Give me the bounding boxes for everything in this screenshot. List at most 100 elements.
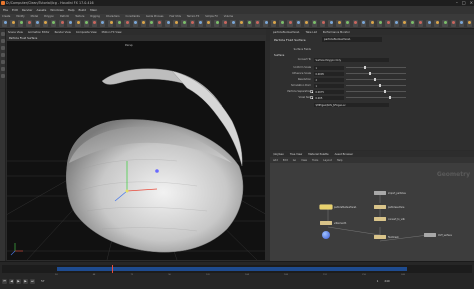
param-value-field[interactable]: 1: [314, 83, 344, 88]
shelf-tool-icon[interactable]: [59, 20, 65, 27]
menu-item-windows[interactable]: Windows: [50, 8, 63, 12]
network-menu-item[interactable]: Help: [337, 159, 343, 162]
shelf-tool-icon[interactable]: [116, 20, 122, 27]
shelf-tab[interactable]: Polygon: [44, 15, 54, 18]
shelf-tool-icon[interactable]: [336, 20, 342, 27]
viewport-tab[interactable]: Composite View: [76, 31, 97, 34]
shelf-tool-icon[interactable]: [311, 20, 318, 27]
jump-start-icon[interactable]: ⏮: [2, 278, 7, 284]
shelf-tool-icon[interactable]: [18, 20, 24, 27]
shelf-tool-icon[interactable]: [344, 20, 350, 27]
viewport-tab[interactable]: Animation Editor: [28, 31, 50, 34]
shelf-tab[interactable]: Create: [2, 15, 10, 18]
view-tool-icon[interactable]: [1, 67, 5, 71]
menu-item-build[interactable]: Build: [79, 8, 87, 12]
parameter-tab[interactable]: Take List: [306, 31, 317, 34]
param-slider-knob[interactable]: [364, 66, 366, 69]
network-menu-item[interactable]: Go: [293, 159, 296, 162]
network-tab[interactable]: Asset Browser: [335, 153, 353, 156]
shelf-tool-icon[interactable]: [246, 20, 252, 27]
shelf-tool-icon[interactable]: [263, 20, 269, 27]
shelf-tool-icon[interactable]: [409, 20, 415, 27]
shelf-tab[interactable]: Guide Process: [146, 15, 164, 18]
move-tool-icon[interactable]: [1, 39, 5, 43]
shelf-tool-icon[interactable]: [417, 20, 424, 27]
shelf-tool-icon[interactable]: [295, 20, 301, 27]
file-path-field[interactable]: $HIP/geo/$OS_$F.bgeo.sc: [314, 102, 389, 107]
shelf-tool-icon[interactable]: [214, 20, 220, 27]
param-slider-knob[interactable]: [389, 96, 391, 99]
shelf-tool-icon[interactable]: [189, 20, 195, 27]
network-node[interactable]: [374, 205, 386, 209]
shelf-tab[interactable]: Model: [31, 15, 39, 18]
shelf-tool-icon[interactable]: [34, 20, 40, 27]
node-name-field[interactable]: particlefluidsurface1: [322, 37, 382, 42]
menu-item-file[interactable]: File: [3, 8, 8, 12]
current-frame-field[interactable]: 57: [41, 279, 45, 283]
network-node[interactable]: [374, 191, 386, 195]
shelf-tool-icon[interactable]: [222, 20, 228, 27]
shelf-tool-icon[interactable]: [140, 20, 146, 27]
viewport-tab[interactable]: Motion FX View: [102, 31, 122, 34]
shelf-tool-icon[interactable]: [377, 20, 383, 27]
param-slider-knob[interactable]: [384, 90, 386, 93]
menu-item-edit[interactable]: Edit: [12, 8, 18, 12]
param-value-field[interactable]: 0.0075: [314, 89, 344, 94]
shelf-tab[interactable]: Simple FX: [205, 15, 217, 18]
shelf-tool-icon[interactable]: [181, 20, 187, 27]
network-node[interactable]: [320, 221, 332, 225]
shelf-tool-icon[interactable]: [10, 20, 16, 27]
shelf-tool-icon[interactable]: [238, 20, 244, 27]
timeline-track[interactable]: [2, 265, 472, 273]
network-menu-item[interactable]: Layout: [323, 159, 332, 162]
menu-item-assets[interactable]: Assets: [37, 8, 47, 12]
shelf-tool-icon[interactable]: [434, 20, 440, 27]
shelf-tool-icon[interactable]: [466, 20, 473, 27]
param-slider[interactable]: [346, 72, 406, 75]
shelf-tab[interactable]: Characters: [106, 15, 120, 18]
shelf-tool-icon[interactable]: [393, 20, 399, 27]
viewport-tab[interactable]: Render View: [55, 31, 71, 34]
shelf-tool-icon[interactable]: [254, 20, 260, 27]
param-checkbox[interactable]: [310, 90, 313, 93]
network-menu-item[interactable]: View: [301, 159, 307, 162]
network-menu-item[interactable]: Tools: [312, 159, 318, 162]
param-value-field[interactable]: Surface Polygon Only: [314, 57, 389, 62]
shelf-tool-icon[interactable]: [75, 20, 81, 27]
network-node[interactable]: [320, 205, 332, 209]
network-tab[interactable]: /obj/Geo: [273, 153, 284, 156]
network-node[interactable]: [424, 233, 436, 237]
parameter-tab[interactable]: particlefluidsurface1: [273, 31, 300, 34]
jump-end-icon[interactable]: ⏭: [30, 278, 35, 284]
network-tab[interactable]: Tree View: [290, 153, 302, 156]
shelf-tool-icon[interactable]: [83, 20, 89, 27]
shelf-tool-icon[interactable]: [99, 20, 106, 27]
shelf-tool-icon[interactable]: [230, 20, 236, 27]
menu-item-help[interactable]: Help: [68, 8, 75, 12]
shelf-tool-icon[interactable]: [67, 20, 73, 27]
param-value-field[interactable]: 0.005: [314, 95, 344, 100]
param-slider[interactable]: [346, 90, 406, 93]
shelf-tool-icon[interactable]: [401, 20, 407, 27]
param-slider[interactable]: [346, 96, 406, 99]
shelf-tab[interactable]: Rigging: [90, 15, 99, 18]
network-menu-item[interactable]: Edit: [283, 159, 288, 162]
shelf-tool-icon[interactable]: [271, 20, 277, 27]
shelf-tool-icon[interactable]: [2, 20, 8, 27]
shelf-tool-icon[interactable]: [369, 20, 375, 27]
network-node[interactable]: [374, 235, 386, 239]
shelf-tab[interactable]: Texture: [75, 15, 84, 18]
shelf-tool-icon[interactable]: [165, 20, 171, 27]
shelf-tool-icon[interactable]: [360, 20, 367, 27]
shelf-tool-icon[interactable]: [205, 20, 212, 27]
shelf-tool-icon[interactable]: [328, 20, 334, 27]
camera-label[interactable]: Persp: [125, 43, 133, 47]
network-node[interactable]: [374, 217, 386, 221]
shelf-tool-icon[interactable]: [426, 20, 432, 27]
param-value-field[interactable]: 1: [314, 65, 344, 70]
shelf-tool-icon[interactable]: [197, 20, 203, 27]
scale-tool-icon[interactable]: [1, 53, 5, 57]
select-tool-icon[interactable]: [1, 32, 5, 36]
viewport-tab[interactable]: Scene View: [8, 31, 23, 34]
shelf-tab[interactable]: Hair Utils: [169, 15, 180, 18]
